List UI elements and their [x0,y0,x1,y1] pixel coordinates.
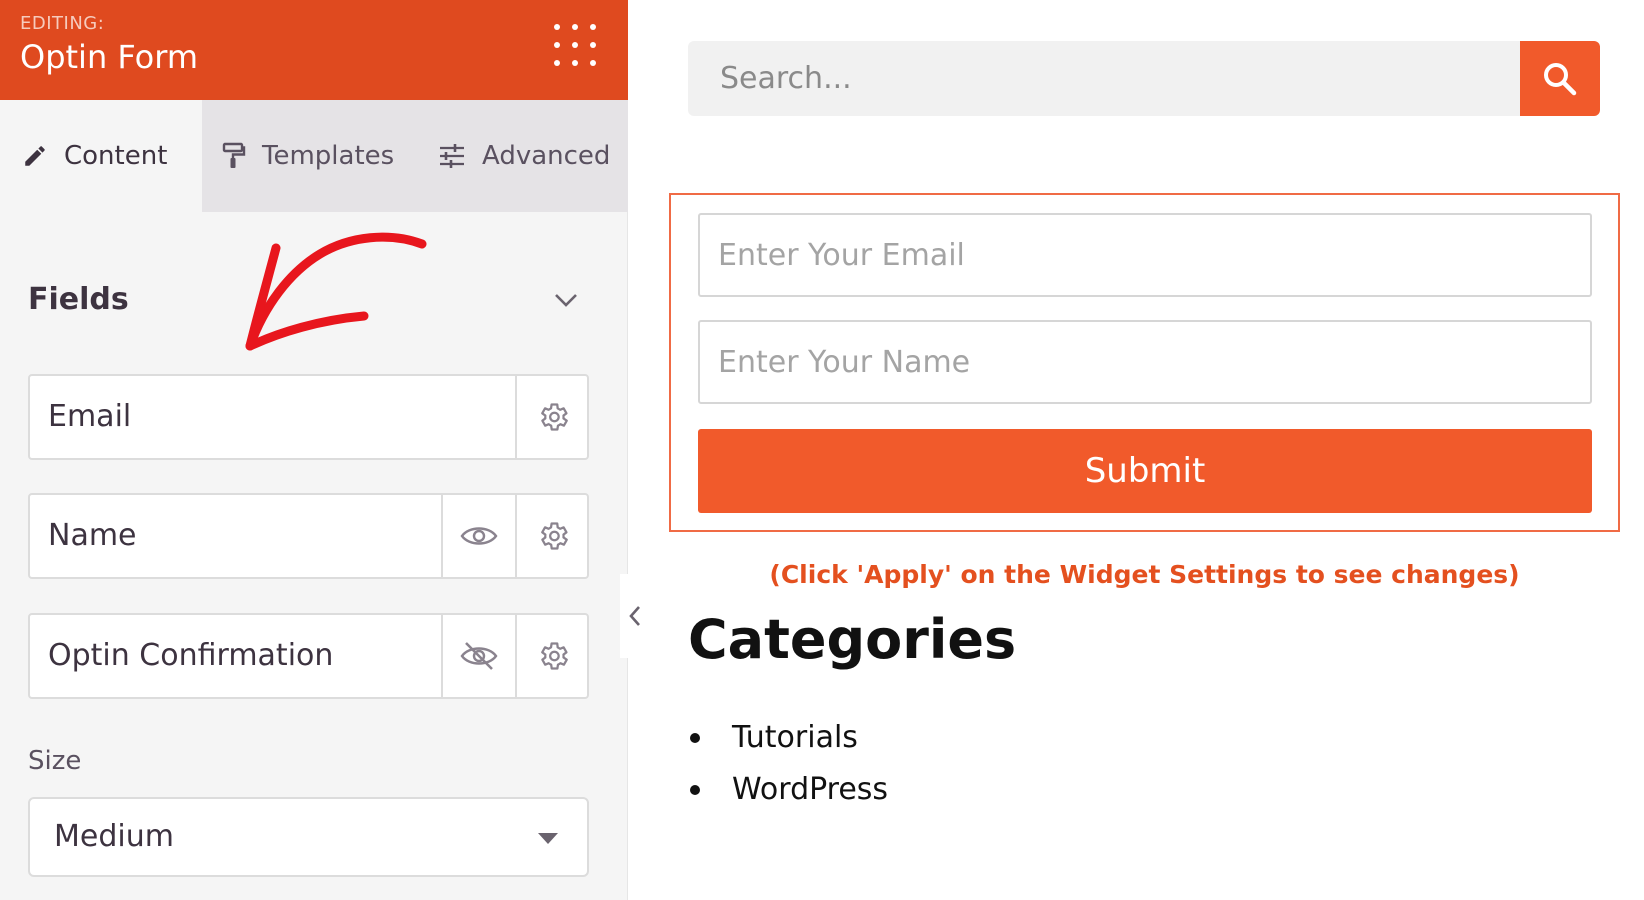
field-label-email: Email [48,399,132,434]
search-icon [1544,62,1577,95]
list-item: Tutorials [688,712,888,764]
panel-collapse-toggle[interactable] [620,574,650,658]
editing-title: Optin Form [20,38,198,76]
chevron-down-icon[interactable] [552,290,580,310]
apply-note: (Click 'Apply' on the Widget Settings to… [769,560,1520,589]
tab-templates-label: Templates [262,141,395,171]
field-settings-button-optin-confirmation[interactable] [515,615,589,697]
panel-header: EDITING: Optin Form [0,0,628,100]
caret-down-icon [538,833,558,844]
tab-advanced[interactable]: Advanced [438,100,628,212]
tab-templates[interactable]: Templates [222,100,422,212]
search-button[interactable] [1520,41,1600,116]
field-row-email[interactable]: Email [28,374,589,460]
field-row-optin-confirmation[interactable]: Optin Confirmation [28,613,589,699]
field-row-name[interactable]: Name [28,493,589,579]
field-settings-button-name[interactable] [515,495,589,577]
fields-section-title: Fields [28,282,129,317]
submit-button[interactable]: Submit [698,429,1592,513]
pencil-icon [25,146,45,166]
editing-label: EDITING: [20,13,105,34]
bullet-icon [690,785,700,795]
field-label-name: Name [48,518,137,553]
field-visibility-button-optin-confirmation[interactable] [441,615,515,697]
tab-advanced-label: Advanced [482,141,611,171]
sliders-icon [440,144,464,168]
categories-title: Categories [688,608,1017,671]
field-settings-button-email[interactable] [515,376,589,458]
gear-icon [541,522,568,550]
tab-content-label: Content [64,141,168,171]
paint-roller-icon [222,142,246,168]
gear-icon [541,403,568,431]
annotation-arrow-icon [245,232,427,351]
optin-form-preview: Submit [669,193,1620,532]
eye-icon [460,527,498,545]
chevron-left-icon [629,606,640,626]
email-input[interactable] [698,213,1592,297]
categories-list: Tutorials WordPress [688,712,888,816]
size-select[interactable]: Medium [28,797,589,877]
editor-panel: EDITING: Optin Form Content Templates Ad… [0,0,628,900]
category-link-wordpress[interactable]: WordPress [732,772,888,807]
size-label: Size [28,746,82,776]
size-select-value: Medium [54,819,174,854]
search-input[interactable] [688,41,1520,116]
name-input[interactable] [698,320,1592,404]
eye-slash-icon [460,642,498,670]
bullet-icon [690,733,700,743]
grid-menu-icon[interactable] [552,22,598,68]
category-link-tutorials[interactable]: Tutorials [732,720,858,755]
field-label-optin-confirmation: Optin Confirmation [48,638,334,673]
field-visibility-button-name[interactable] [441,495,515,577]
list-item: WordPress [688,764,888,816]
gear-icon [541,642,568,670]
panel-tabs: Content Templates Advanced [0,100,628,212]
tab-content[interactable]: Content [0,100,202,212]
